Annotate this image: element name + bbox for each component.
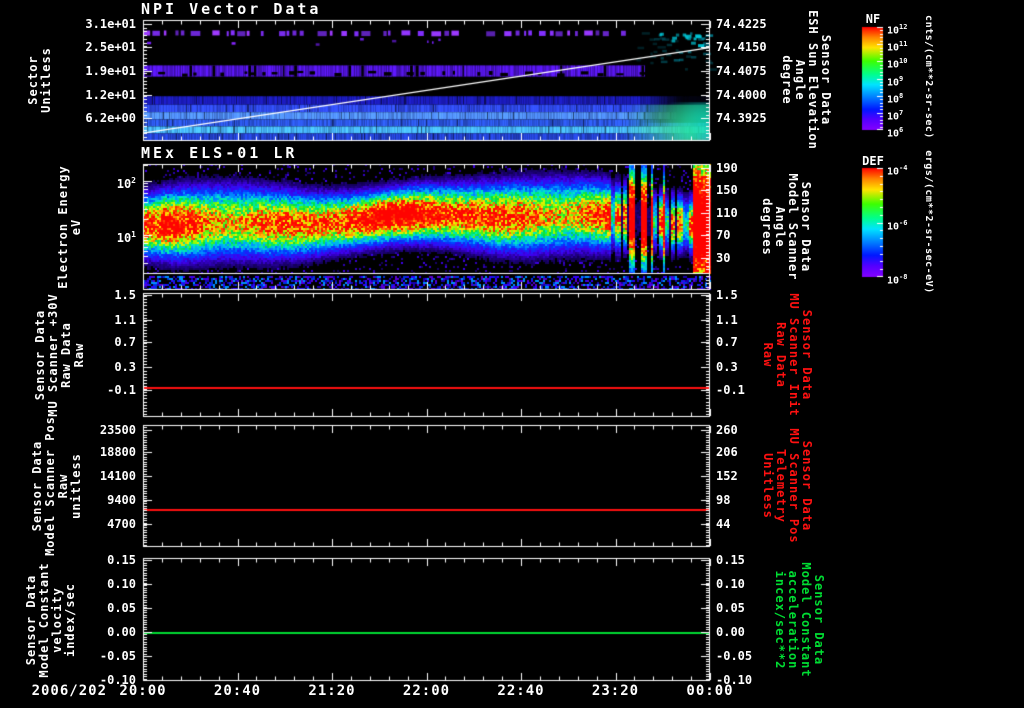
x-tick-label: 21:20 <box>308 683 356 699</box>
y-axis-label-left-npi: Sector Unitless <box>26 0 53 230</box>
y-axis-label-right-modelconst: Sensor Data Model Constant acceleration inc… <box>773 470 826 708</box>
x-tick-label: 22:00 <box>402 683 451 699</box>
colorbar-tick-label: 10-6 <box>887 218 908 232</box>
colorbar-tick-label: 109 <box>887 74 904 88</box>
x-tick-label: 00:00 <box>686 683 734 699</box>
x-tick-label: 20:40 <box>213 683 262 699</box>
axis-label-line: incex/sec**2 <box>773 570 787 670</box>
colorbar-nf-label: NF <box>865 12 881 26</box>
x-tick-label: 20:00 <box>119 683 167 699</box>
axis-label-line: Sensor Data <box>819 34 833 126</box>
plot-canvas <box>0 0 1024 708</box>
x-tick-label: 22:40 <box>497 683 545 699</box>
colorbar-tick-label: 106 <box>887 126 904 140</box>
axis-label-line: Unitless <box>39 47 53 113</box>
colorbar-tick-label: 10-8 <box>887 273 908 287</box>
colorbar-tick-label: 1011 <box>887 40 908 54</box>
axis-label-line: Sensor Data <box>812 574 826 666</box>
x-tick-label: 23:20 <box>591 683 640 699</box>
colorbar-tick-label: 1010 <box>887 57 908 71</box>
y-tick-label-left: 2.5e+01 <box>85 40 136 55</box>
colorbar-tick-label: 107 <box>887 108 904 123</box>
colorbar-tick-label: 108 <box>887 91 904 105</box>
figure: NPI Vector Data MEx ELS-01 LR NF DEF cnt… <box>0 0 1024 708</box>
axis-label-line: index/sec <box>63 582 77 658</box>
axis-label-line: Model Constant <box>799 562 813 678</box>
y-tick-label-left: 1.9e+01 <box>85 63 136 78</box>
axis-label-line: Sector <box>26 55 40 105</box>
colorbar-tick-label: 1012 <box>887 23 908 37</box>
y-tick-label-left: 3.1e+01 <box>85 16 136 31</box>
panel1-title: NPI Vector Data <box>141 0 322 18</box>
colorbar-def-label: DEF <box>862 154 884 168</box>
axis-label-line: acceleration <box>786 570 800 670</box>
panel2-title: MEx ELS-01 LR <box>141 144 298 162</box>
y-axis-label-left-modelconst: Sensor Data Model Constant velocity index/s… <box>24 470 77 708</box>
colorbar-tick-label: 10-4 <box>887 164 908 178</box>
